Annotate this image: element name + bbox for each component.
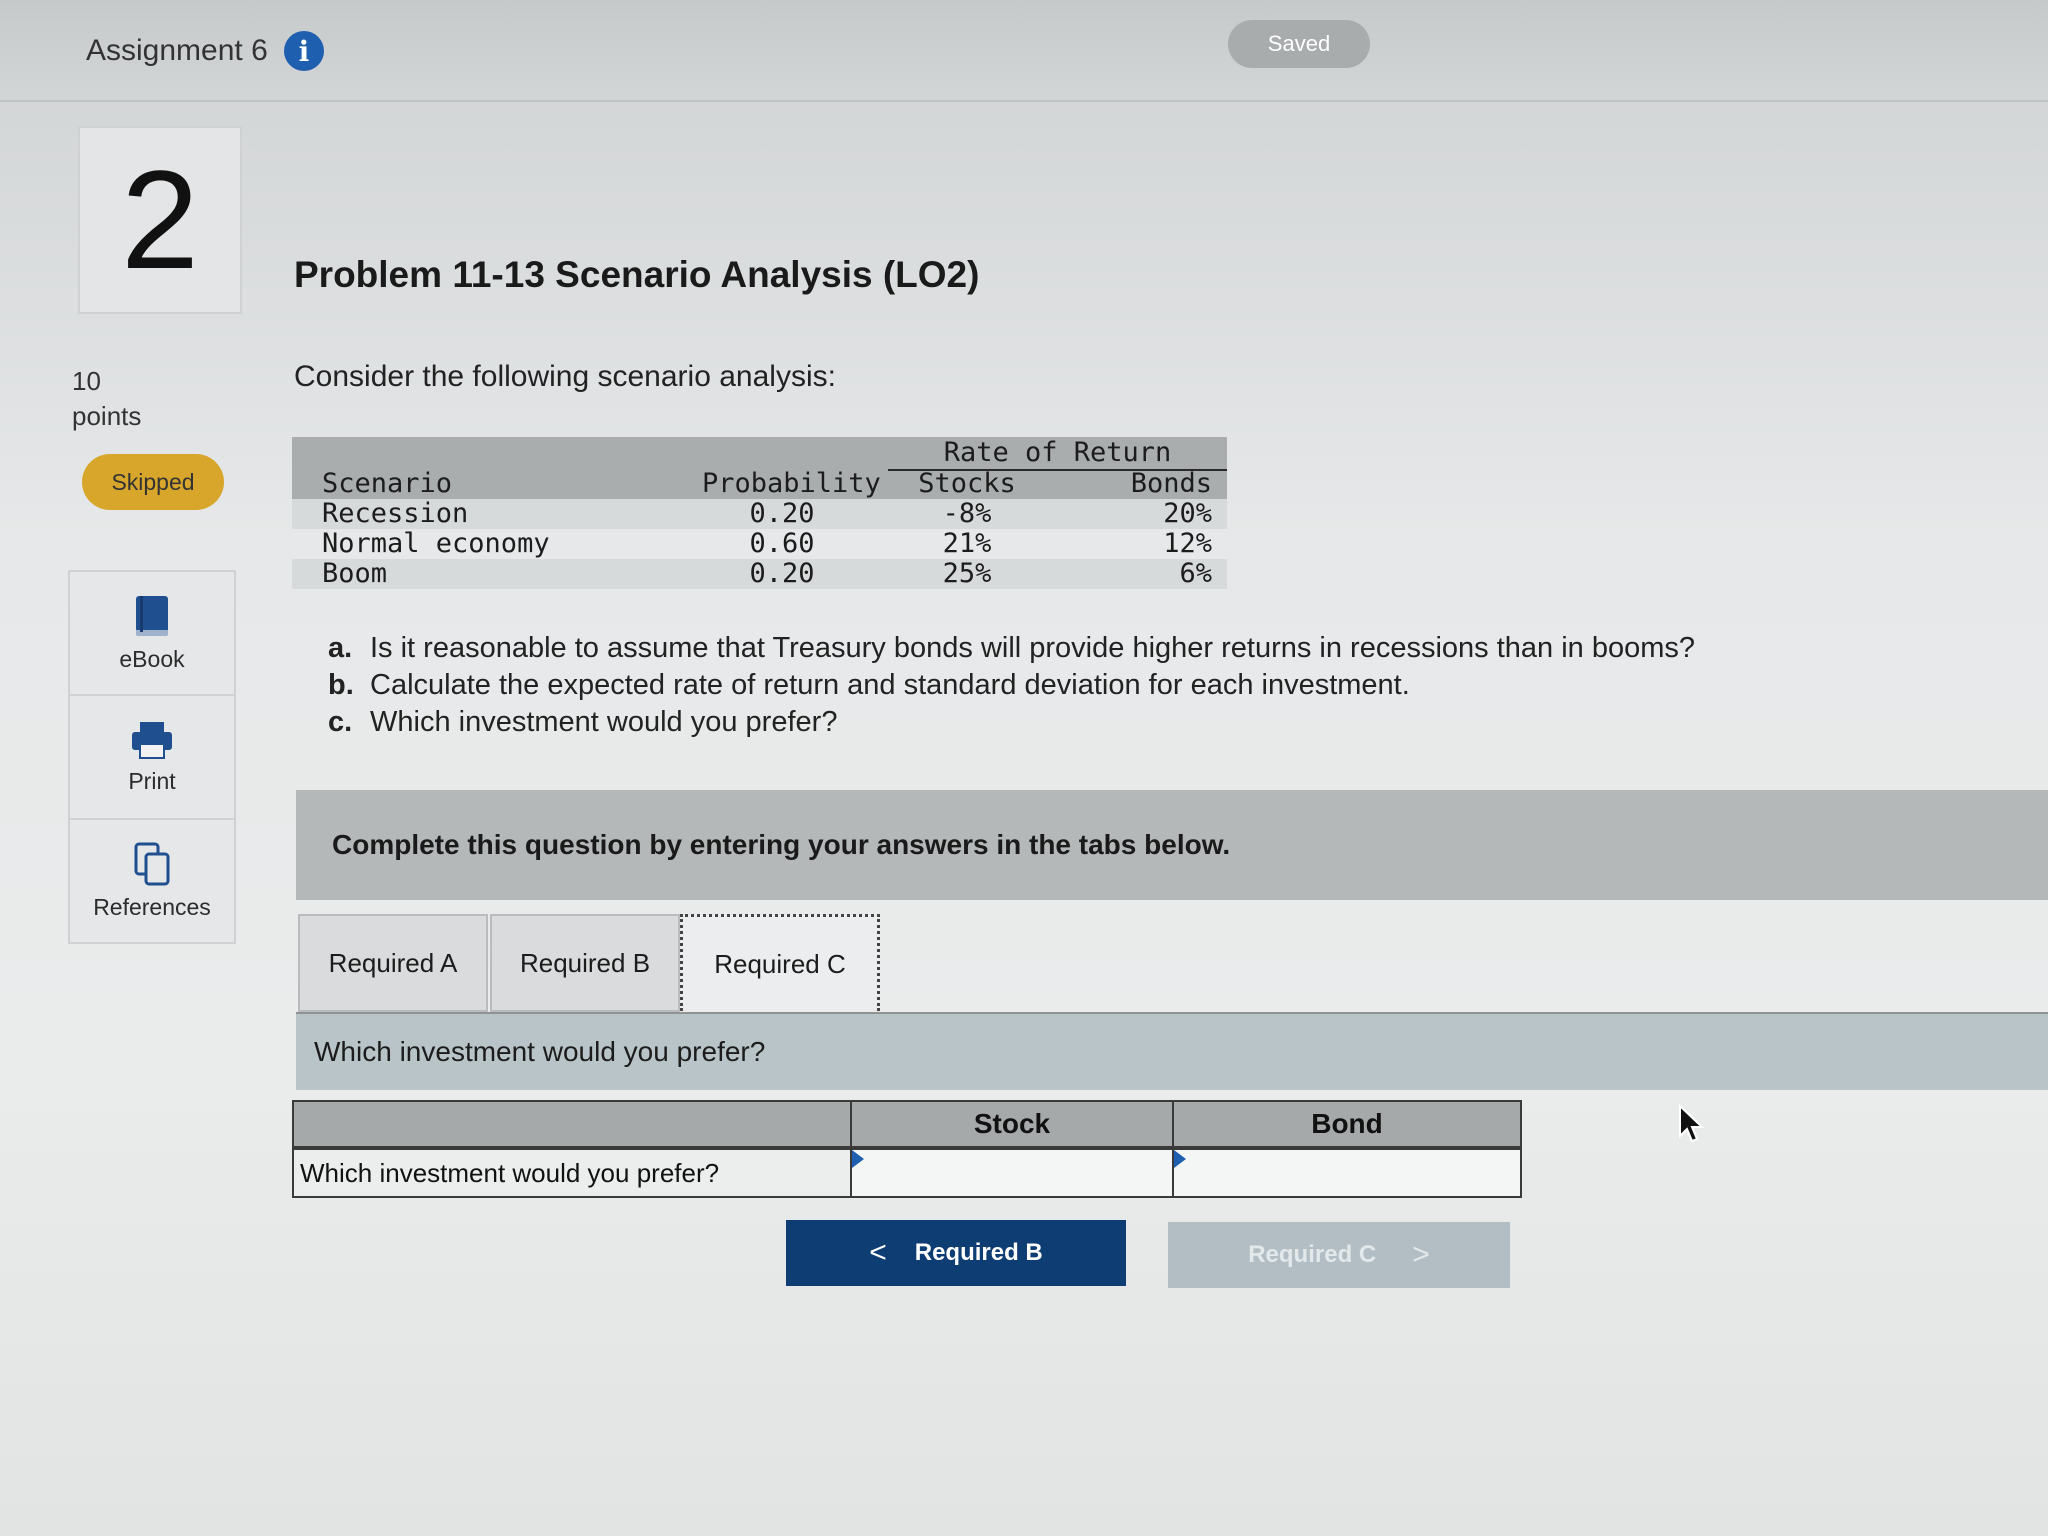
cell-scenario: Normal economy <box>322 528 550 559</box>
answer-table: Stock Bond Which investment would you pr… <box>292 1100 1528 1200</box>
cell-stocks: 25% <box>942 558 992 589</box>
top-bar: Assignment 6 i Saved <box>0 0 2048 102</box>
saved-status-badge: Saved <box>1228 20 1370 68</box>
scenario-table: Rate of Return Scenario Probability Stoc… <box>292 437 1227 589</box>
references-label: References <box>93 893 211 920</box>
question-list: a. Is it reasonable to assume that Treasu… <box>328 630 1695 741</box>
cell-probability: 0.60 <box>749 528 815 559</box>
cell-stocks: 21% <box>942 528 992 559</box>
cell-scenario: Recession <box>322 498 469 529</box>
table-row: Normal economy 0.60 21% 12% <box>292 529 1227 559</box>
question-number: 2 <box>78 126 242 314</box>
references-button[interactable]: References <box>70 820 234 942</box>
assignment-title: Assignment 6 <box>86 34 268 67</box>
print-label: Print <box>128 767 176 794</box>
question-text: Which investment would you prefer? <box>370 706 838 738</box>
printer-icon <box>132 721 172 759</box>
tab-required-a[interactable]: Required A <box>298 914 488 1012</box>
previous-button-label: Required B <box>914 1239 1043 1266</box>
scenario-table-header: Rate of Return Scenario Probability Stoc… <box>292 437 1227 499</box>
table-row: Boom 0.20 25% 6% <box>292 559 1227 589</box>
points-label: points <box>72 401 142 431</box>
question-text: Calculate the expected rate of return an… <box>370 669 1410 701</box>
chevron-left-icon: < <box>869 1236 887 1269</box>
tab-required-b[interactable]: Required B <box>490 914 680 1012</box>
ebook-button[interactable]: eBook <box>70 572 234 696</box>
book-icon <box>136 595 168 636</box>
next-required-c-button[interactable]: Required C > <box>1168 1222 1510 1288</box>
answer-header-bond: Bond <box>1172 1100 1522 1148</box>
bond-answer-cell <box>1172 1148 1522 1198</box>
next-button-label: Required C <box>1248 1241 1377 1268</box>
bond-answer-input[interactable] <box>1174 1150 1520 1196</box>
cell-stocks: -8% <box>942 498 992 529</box>
stock-answer-cell <box>850 1148 1174 1198</box>
points-value: 10 <box>72 366 101 396</box>
required-c-prompt-bar: Which investment would you prefer? <box>296 1014 2048 1090</box>
info-icon[interactable]: i <box>284 31 324 71</box>
print-button[interactable]: Print <box>70 696 234 820</box>
question-text: Is it reasonable to assume that Treasury… <box>370 632 1696 664</box>
chevron-right-icon: > <box>1412 1238 1430 1271</box>
stock-answer-input[interactable] <box>852 1150 1172 1196</box>
question-marker: c. <box>328 706 353 738</box>
problem-title: Problem 11-13 Scenario Analysis (LO2) <box>294 254 980 295</box>
header-scenario: Scenario <box>322 468 453 499</box>
answer-row-label: Which investment would you prefer? <box>292 1148 852 1198</box>
instructions-text: Complete this question by entering your … <box>332 829 1231 860</box>
required-c-prompt: Which investment would you prefer? <box>314 1036 766 1067</box>
cell-probability: 0.20 <box>749 498 815 529</box>
header-stocks: Stocks <box>918 468 1016 499</box>
question-b: b. Calculate the expected rate of return … <box>328 667 1695 704</box>
cell-bonds: 6% <box>1179 558 1212 589</box>
rate-of-return-header: Rate of Return <box>888 437 1227 471</box>
question-marker: b. <box>328 669 354 701</box>
copy-pages-icon <box>134 842 170 885</box>
instructions-banner: Complete this question by entering your … <box>296 790 2048 900</box>
header-bonds: Bonds <box>1130 468 1212 499</box>
table-row: Recession 0.20 -8% 20% <box>292 499 1227 529</box>
cell-probability: 0.20 <box>749 558 815 589</box>
cell-scenario: Boom <box>322 558 388 589</box>
side-tools-panel: eBook Print References <box>68 570 236 944</box>
tab-required-c[interactable]: Required C <box>680 914 880 1011</box>
answer-header-blank <box>292 1100 852 1148</box>
question-marker: a. <box>328 632 353 664</box>
header-probability: Probability <box>702 468 881 499</box>
question-c: c. Which investment would you prefer? <box>328 704 1695 741</box>
mouse-cursor-icon <box>1679 1104 1705 1143</box>
previous-required-b-button[interactable]: < Required B <box>786 1220 1126 1286</box>
answer-header-stock: Stock <box>850 1100 1174 1148</box>
skipped-status-badge: Skipped <box>82 454 224 510</box>
input-flag-icon <box>852 1150 864 1168</box>
input-flag-icon <box>1174 1150 1186 1168</box>
question-a: a. Is it reasonable to assume that Treasu… <box>328 630 1695 667</box>
ebook-label: eBook <box>119 645 185 672</box>
cell-bonds: 20% <box>1163 498 1212 529</box>
cell-bonds: 12% <box>1163 528 1212 559</box>
problem-intro: Consider the following scenario analysis… <box>294 360 836 393</box>
